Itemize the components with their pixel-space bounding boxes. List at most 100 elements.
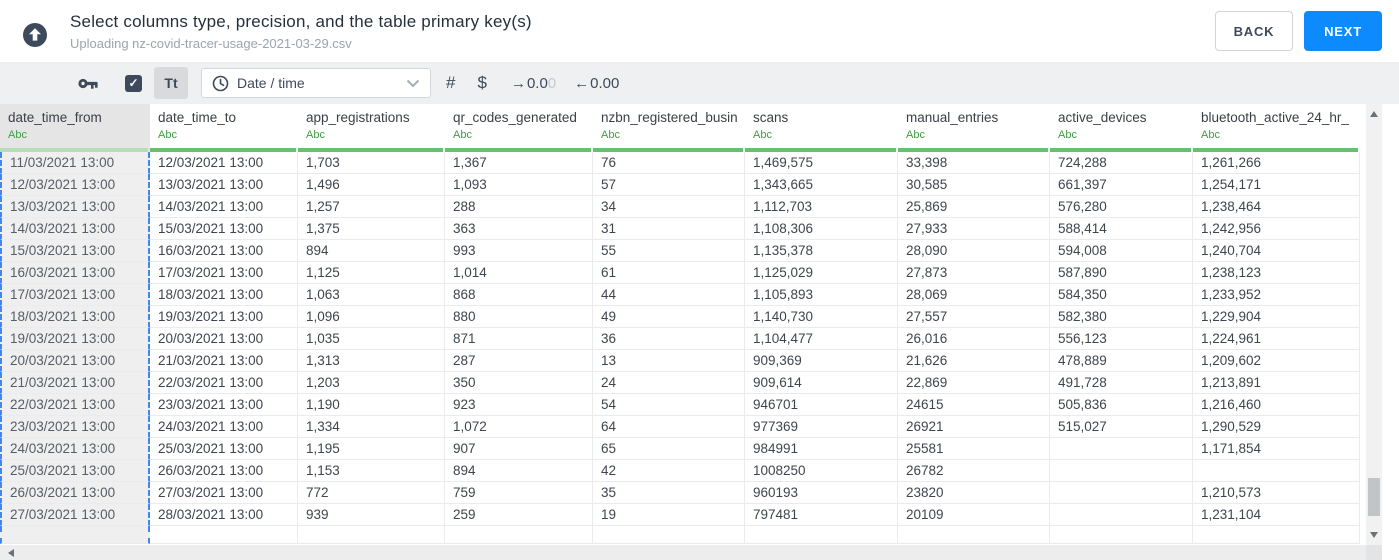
increase-decimals-button[interactable]: ← 0.00 xyxy=(574,75,619,92)
table-cell[interactable]: 1,135,378 xyxy=(745,240,898,262)
table-cell[interactable]: 1,210,573 xyxy=(1193,482,1360,504)
table-cell[interactable]: 1,224,961 xyxy=(1193,328,1360,350)
table-cell[interactable]: 1,290,529 xyxy=(1193,416,1360,438)
number-type-button[interactable]: # xyxy=(446,73,455,93)
table-cell[interactable]: 1,343,665 xyxy=(745,174,898,196)
table-cell[interactable] xyxy=(445,526,593,544)
table-cell[interactable]: 27/03/2021 13:00 xyxy=(150,482,298,504)
table-cell[interactable]: 54 xyxy=(593,394,745,416)
table-cell[interactable]: 946701 xyxy=(745,394,898,416)
table-cell[interactable]: 17/03/2021 13:00 xyxy=(150,262,298,284)
table-cell[interactable]: 1,072 xyxy=(445,416,593,438)
scroll-down-arrow-icon[interactable] xyxy=(1370,532,1378,538)
table-cell[interactable] xyxy=(1050,438,1193,460)
table-cell[interactable]: 17/03/2021 13:00 xyxy=(0,284,150,306)
table-cell[interactable] xyxy=(1193,460,1360,482)
column-header-app_registrations[interactable]: app_registrations Abc xyxy=(298,104,445,152)
table-cell[interactable]: 25581 xyxy=(898,438,1050,460)
table-cell[interactable] xyxy=(150,526,298,544)
table-cell[interactable] xyxy=(1050,482,1193,504)
table-cell[interactable]: 1,140,730 xyxy=(745,306,898,328)
table-cell[interactable]: 27,933 xyxy=(898,218,1050,240)
table-cell[interactable] xyxy=(1050,460,1193,482)
table-cell[interactable]: 724,288 xyxy=(1050,152,1193,174)
table-cell[interactable]: 23/03/2021 13:00 xyxy=(0,416,150,438)
table-cell[interactable]: 30,585 xyxy=(898,174,1050,196)
table-cell[interactable]: 923 xyxy=(445,394,593,416)
column-header-qr_codes_generated[interactable]: qr_codes_generated Abc xyxy=(445,104,593,152)
table-cell[interactable]: 1,375 xyxy=(298,218,445,240)
table-cell[interactable]: 25/03/2021 13:00 xyxy=(0,460,150,482)
text-type-button[interactable]: Tt xyxy=(154,67,188,99)
table-cell[interactable]: 960193 xyxy=(745,482,898,504)
column-header-bluetooth_active_24_hr_[interactable]: bluetooth_active_24_hr_ Abc xyxy=(1193,104,1360,152)
table-cell[interactable]: 1,203 xyxy=(298,372,445,394)
table-cell[interactable] xyxy=(1193,526,1360,544)
table-cell[interactable]: 1,240,704 xyxy=(1193,240,1360,262)
table-cell[interactable]: 1,233,952 xyxy=(1193,284,1360,306)
table-cell[interactable]: 16/03/2021 13:00 xyxy=(0,262,150,284)
table-cell[interactable] xyxy=(1050,504,1193,526)
column-header-nzbn_registered_busine[interactable]: nzbn_registered_busine Abc xyxy=(593,104,745,152)
table-cell[interactable]: 1,334 xyxy=(298,416,445,438)
table-cell[interactable]: 12/03/2021 13:00 xyxy=(0,174,150,196)
table-cell[interactable]: 28,069 xyxy=(898,284,1050,306)
table-cell[interactable]: 1,496 xyxy=(298,174,445,196)
table-cell[interactable]: 1,035 xyxy=(298,328,445,350)
table-cell[interactable]: 1,096 xyxy=(298,306,445,328)
table-cell[interactable]: 42 xyxy=(593,460,745,482)
table-cell[interactable]: 909,369 xyxy=(745,350,898,372)
table-cell[interactable]: 1008250 xyxy=(745,460,898,482)
table-cell[interactable]: 19/03/2021 13:00 xyxy=(150,306,298,328)
table-cell[interactable]: 33,398 xyxy=(898,152,1050,174)
table-cell[interactable]: 1,125,029 xyxy=(745,262,898,284)
table-cell[interactable] xyxy=(1050,526,1193,544)
table-cell[interactable]: 1,238,464 xyxy=(1193,196,1360,218)
table-cell[interactable]: 26782 xyxy=(898,460,1050,482)
table-cell[interactable]: 20/03/2021 13:00 xyxy=(150,328,298,350)
table-cell[interactable]: 13/03/2021 13:00 xyxy=(150,174,298,196)
table-cell[interactable] xyxy=(0,526,150,544)
table-cell[interactable]: 31 xyxy=(593,218,745,240)
table-cell[interactable]: 1,367 xyxy=(445,152,593,174)
table-cell[interactable]: 576,280 xyxy=(1050,196,1193,218)
table-cell[interactable]: 28/03/2021 13:00 xyxy=(150,504,298,526)
table-cell[interactable]: 759 xyxy=(445,482,593,504)
table-cell[interactable]: 363 xyxy=(445,218,593,240)
table-cell[interactable]: 259 xyxy=(445,504,593,526)
table-cell[interactable]: 24/03/2021 13:00 xyxy=(150,416,298,438)
table-cell[interactable]: 19/03/2021 13:00 xyxy=(0,328,150,350)
horizontal-scrollbar[interactable] xyxy=(0,545,1366,560)
currency-type-button[interactable]: $ xyxy=(477,73,486,93)
scroll-up-arrow-icon[interactable] xyxy=(1370,111,1378,117)
table-cell[interactable]: 76 xyxy=(593,152,745,174)
table-cell[interactable]: 15/03/2021 13:00 xyxy=(0,240,150,262)
table-cell[interactable]: 993 xyxy=(445,240,593,262)
table-cell[interactable]: 21,626 xyxy=(898,350,1050,372)
table-cell[interactable]: 11/03/2021 13:00 xyxy=(0,152,150,174)
table-cell[interactable]: 26/03/2021 13:00 xyxy=(0,482,150,504)
table-cell[interactable]: 1,171,854 xyxy=(1193,438,1360,460)
table-cell[interactable]: 1,257 xyxy=(298,196,445,218)
table-cell[interactable]: 1,469,575 xyxy=(745,152,898,174)
table-cell[interactable]: 894 xyxy=(298,240,445,262)
table-cell[interactable] xyxy=(898,526,1050,544)
table-cell[interactable]: 1,014 xyxy=(445,262,593,284)
decrease-decimals-button[interactable]: → 0.0 0 xyxy=(511,75,556,92)
table-cell[interactable]: 1,209,602 xyxy=(1193,350,1360,372)
back-button[interactable]: BACK xyxy=(1215,11,1293,51)
table-cell[interactable]: 582,380 xyxy=(1050,306,1193,328)
column-type-select[interactable]: Date / time xyxy=(201,68,431,98)
table-cell[interactable]: 14/03/2021 13:00 xyxy=(0,218,150,240)
table-cell[interactable]: 1,254,171 xyxy=(1193,174,1360,196)
table-cell[interactable]: 1,195 xyxy=(298,438,445,460)
table-cell[interactable]: 907 xyxy=(445,438,593,460)
table-cell[interactable]: 1,093 xyxy=(445,174,593,196)
table-cell[interactable]: 26,016 xyxy=(898,328,1050,350)
table-cell[interactable]: 14/03/2021 13:00 xyxy=(150,196,298,218)
table-cell[interactable]: 977369 xyxy=(745,416,898,438)
table-cell[interactable] xyxy=(745,526,898,544)
table-cell[interactable]: 1,105,893 xyxy=(745,284,898,306)
table-cell[interactable]: 55 xyxy=(593,240,745,262)
table-cell[interactable]: 1,229,904 xyxy=(1193,306,1360,328)
